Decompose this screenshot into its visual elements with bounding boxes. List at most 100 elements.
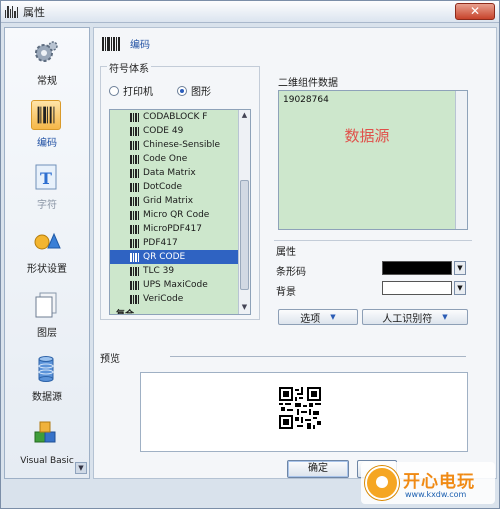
watermark-url: www.kxdw.com xyxy=(405,490,467,499)
watermark: 开心电玩 www.kxdw.com xyxy=(361,462,495,504)
options-button[interactable]: 选项 ▼ xyxy=(278,309,358,325)
scroll-down-button[interactable]: ▼ xyxy=(239,302,250,313)
barcode-icon xyxy=(102,36,122,51)
properties-group: 属性 条形码 ▼ 背景 ▼ 选项 ▼ 人工识别符 ▼ xyxy=(274,240,472,325)
radio-printer-label[interactable]: 打印机 xyxy=(123,83,153,98)
barcode-icon xyxy=(130,140,140,150)
window-title: 属性 xyxy=(23,5,45,19)
list-item[interactable]: Grid Matrix xyxy=(110,194,238,208)
barcode-icon xyxy=(130,280,140,290)
layer-icon xyxy=(35,292,57,318)
mascot-logo-icon xyxy=(365,466,399,500)
barcode-icon xyxy=(31,100,61,130)
human-readable-button[interactable]: 人工识别符 ▼ xyxy=(362,309,468,325)
list-item-selected[interactable]: QR CODE xyxy=(110,250,238,264)
list-item[interactable]: UPS MaxiCode xyxy=(110,278,238,292)
list-item[interactable]: Code One xyxy=(110,152,238,166)
barcode-icon xyxy=(130,112,140,122)
list-item[interactable]: Micro QR Code xyxy=(110,208,238,222)
database-icon xyxy=(38,356,54,382)
main-panel: 编码 符号体系 打印机 图形 CODABLOCK F CODE 49 Chine… xyxy=(93,27,497,479)
barcode-color-dropdown[interactable]: ▼ xyxy=(454,261,466,275)
barcode-icon xyxy=(130,252,140,262)
data-scrollbar[interactable] xyxy=(455,91,467,229)
list-group-header[interactable]: 复合 xyxy=(110,306,238,315)
list-item[interactable]: Data Matrix xyxy=(110,166,238,180)
sidebar-item-shape-settings[interactable]: 形状设置 xyxy=(5,220,89,280)
list-item[interactable]: DotCode xyxy=(110,180,238,194)
ok-button[interactable]: 确定 xyxy=(287,460,349,478)
barcode-icon xyxy=(130,182,140,192)
barcode-icon xyxy=(130,196,140,206)
background-color-label: 背景 xyxy=(276,287,296,298)
list-item-label: DotCode xyxy=(143,182,183,192)
list-item[interactable]: Chinese-Sensible xyxy=(110,138,238,152)
list-item-label: Micro QR Code xyxy=(143,210,210,220)
symbology-list-scrollbar[interactable]: ▲ ▼ xyxy=(238,110,250,314)
list-item-label: Code One xyxy=(143,154,188,164)
barcode-icon xyxy=(130,210,140,220)
list-item-label: CODE 49 xyxy=(143,126,184,136)
list-item-label: Grid Matrix xyxy=(143,196,194,206)
sidebar-item-label: 字符 xyxy=(37,200,57,211)
svg-text:T: T xyxy=(40,169,52,188)
list-item[interactable]: CODABLOCK F xyxy=(110,110,238,124)
barcode-data-textarea[interactable]: 19028764 数据源 xyxy=(278,90,468,230)
close-button[interactable]: ✕ xyxy=(455,3,495,20)
list-item[interactable]: TLC 39 xyxy=(110,264,238,278)
sidebar-item-layer[interactable]: 图层 xyxy=(5,284,89,344)
background-color-dropdown[interactable]: ▼ xyxy=(454,281,466,295)
list-item[interactable]: PDF417 xyxy=(110,236,238,250)
barcode-color-swatch[interactable] xyxy=(382,261,452,275)
properties-dialog: 属性 ✕ 常规 编码 T 字符 形状设置 图层 数据源 Visual Basic… xyxy=(0,0,500,509)
barcode-icon xyxy=(130,294,140,304)
panel-title: 编码 xyxy=(130,40,150,51)
symbology-group-title: 符号体系 xyxy=(107,60,151,75)
sidebar-item-label: 形状设置 xyxy=(27,264,67,275)
list-item-label: UPS MaxiCode xyxy=(143,280,208,290)
radio-graphic[interactable] xyxy=(177,85,187,96)
options-button-label: 选项 xyxy=(300,313,321,325)
barcode-app-icon xyxy=(5,5,19,18)
shapes-icon xyxy=(34,232,61,250)
title-bar[interactable]: 属性 ✕ xyxy=(1,1,499,23)
list-item-label: PDF417 xyxy=(143,238,178,248)
scroll-up-button[interactable]: ▲ xyxy=(239,110,250,121)
radio-printer[interactable] xyxy=(109,85,119,96)
human-readable-button-label: 人工识别符 xyxy=(382,313,433,325)
barcode-color-label: 条形码 xyxy=(276,267,306,278)
barcode-icon xyxy=(130,266,140,276)
sidebar-item-encoding[interactable]: 编码 xyxy=(5,94,89,154)
sidebar-item-datasource[interactable]: 数据源 xyxy=(5,348,89,408)
symbology-list[interactable]: CODABLOCK F CODE 49 Chinese-Sensible Cod… xyxy=(109,109,251,315)
preview-area xyxy=(140,372,468,452)
chevron-down-icon: ▼ xyxy=(330,313,336,321)
list-item[interactable]: MicroPDF417 xyxy=(110,222,238,236)
vb-blocks-icon xyxy=(34,421,56,443)
barcode-icon xyxy=(130,224,140,234)
barcode-icon xyxy=(130,126,140,136)
preview-label: 预览 xyxy=(100,354,120,365)
sidebar-scroll-down-button[interactable]: ▼ xyxy=(75,462,87,474)
list-item[interactable]: VeriCode xyxy=(110,292,238,306)
radio-graphic-label[interactable]: 图形 xyxy=(191,83,211,98)
sidebar-item-text[interactable]: T 字符 xyxy=(5,156,89,216)
properties-group-title: 属性 xyxy=(276,247,296,258)
list-item-label: MicroPDF417 xyxy=(143,224,202,234)
list-item[interactable]: CODE 49 xyxy=(110,124,238,138)
background-color-swatch[interactable] xyxy=(382,281,452,295)
data-panel-label: 二维组件数据 xyxy=(278,78,338,89)
data-source-annotation: 数据源 xyxy=(344,127,390,145)
chevron-down-icon: ▼ xyxy=(442,313,448,321)
sidebar-item-label: 数据源 xyxy=(32,392,62,403)
list-item-label: TLC 39 xyxy=(143,266,175,276)
list-item-label: CODABLOCK F xyxy=(143,112,208,122)
barcode-icon xyxy=(130,238,140,248)
sidebar-item-general[interactable]: 常规 xyxy=(5,32,89,92)
barcode-data-value: 19028764 xyxy=(283,95,329,105)
text-icon: T xyxy=(35,164,57,190)
sidebar-item-label: 常规 xyxy=(37,76,57,87)
symbology-group: 符号体系 打印机 图形 CODABLOCK F CODE 49 Chinese-… xyxy=(100,60,260,320)
list-item-label: 复合 xyxy=(116,309,135,315)
scroll-thumb[interactable] xyxy=(240,180,249,290)
